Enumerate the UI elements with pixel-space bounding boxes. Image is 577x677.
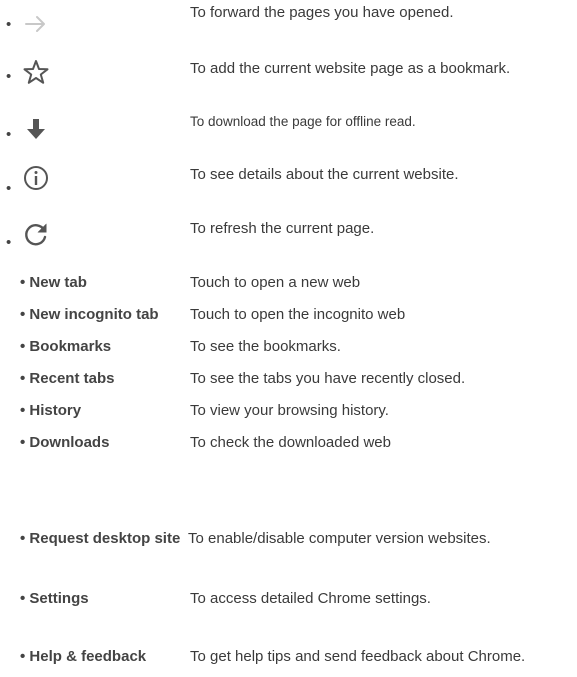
- menu-label-text: Recent tabs: [29, 370, 115, 387]
- menu-description: To see the bookmarks.: [190, 338, 341, 355]
- menu-label-text: Settings: [29, 590, 89, 607]
- menu-label-downloads: • Downloads: [20, 434, 110, 451]
- menu-row-request-desktop-site: • Request desktop site To enable/disable…: [0, 530, 577, 554]
- menu-label-text: New incognito tab: [29, 306, 159, 323]
- menu-label-new-incognito-tab: • New incognito tab: [20, 306, 159, 323]
- refresh-description: To refresh the current page.: [190, 220, 375, 237]
- bullet: •: [6, 234, 12, 251]
- bullet: •: [6, 126, 12, 143]
- forward-arrow-icon: [22, 10, 50, 38]
- menu-description: To see the tabs you have recently closed…: [190, 370, 466, 387]
- menu-label-help-feedback: • Help & feedback: [20, 648, 147, 665]
- menu-label-text: Request desktop site: [29, 530, 181, 547]
- bullet: •: [6, 180, 12, 197]
- menu-description: Touch to open a new web: [190, 274, 361, 291]
- menu-row-downloads: • Downloads To check the downloaded web: [0, 434, 577, 458]
- menu-label-text: Downloads: [29, 434, 110, 451]
- download-row: • To download the page for offline read.: [0, 108, 577, 148]
- refresh-row: • To refresh the current page.: [0, 216, 577, 256]
- menu-description: Touch to open the incognito web: [190, 306, 406, 323]
- menu-description: To access detailed Chrome settings.: [190, 590, 431, 607]
- forward-row: • To forward the pages you have opened.: [0, 0, 577, 40]
- menu-label-bookmarks: • Bookmarks: [20, 338, 112, 355]
- bullet: •: [6, 16, 12, 33]
- menu-label-request-desktop-site: • Request desktop site: [20, 530, 181, 547]
- menu-label-new-tab: • New tab: [20, 274, 87, 291]
- menu-description: To view your browsing history.: [190, 402, 389, 419]
- menu-label-text: New tab: [29, 274, 87, 291]
- bookmark-row: • To add the current website page as a b…: [0, 52, 577, 92]
- menu-description: To enable/disable computer version websi…: [188, 530, 491, 547]
- menu-label-settings: • Settings: [20, 590, 89, 607]
- menu-description: To get help tips and send feedback about…: [190, 648, 526, 665]
- menu-row-help-feedback: • Help & feedback To get help tips and s…: [0, 648, 577, 672]
- download-description: To download the page for offline read.: [190, 114, 416, 129]
- info-description: To see details about the current website…: [190, 166, 459, 183]
- menu-label-recent-tabs: • Recent tabs: [20, 370, 115, 387]
- bullet: •: [6, 68, 12, 85]
- forward-description: To forward the pages you have opened.: [190, 4, 454, 21]
- menu-label-text: Help & feedback: [29, 648, 147, 665]
- refresh-icon: [22, 220, 50, 248]
- star-icon: [22, 58, 50, 86]
- menu-description: To check the downloaded web: [190, 434, 391, 451]
- menu-row-settings: • Settings To access detailed Chrome set…: [0, 590, 577, 614]
- menu-row-history: • History To view your browsing history.: [0, 402, 577, 426]
- menu-label-text: Bookmarks: [29, 338, 112, 355]
- menu-row-recent-tabs: • Recent tabs To see the tabs you have r…: [0, 370, 577, 394]
- bookmark-description: To add the current website page as a boo…: [190, 60, 511, 77]
- menu-label-text: History: [29, 402, 82, 419]
- menu-row-new-incognito-tab: • New incognito tab Touch to open the in…: [0, 306, 577, 330]
- info-icon: [22, 164, 50, 192]
- menu-row-bookmarks: • Bookmarks To see the bookmarks.: [0, 338, 577, 362]
- download-arrow-icon: [22, 116, 50, 144]
- info-row: • To see details about the current websi…: [0, 162, 577, 202]
- menu-label-history: • History: [20, 402, 82, 419]
- menu-row-new-tab: • New tab Touch to open a new web: [0, 274, 577, 298]
